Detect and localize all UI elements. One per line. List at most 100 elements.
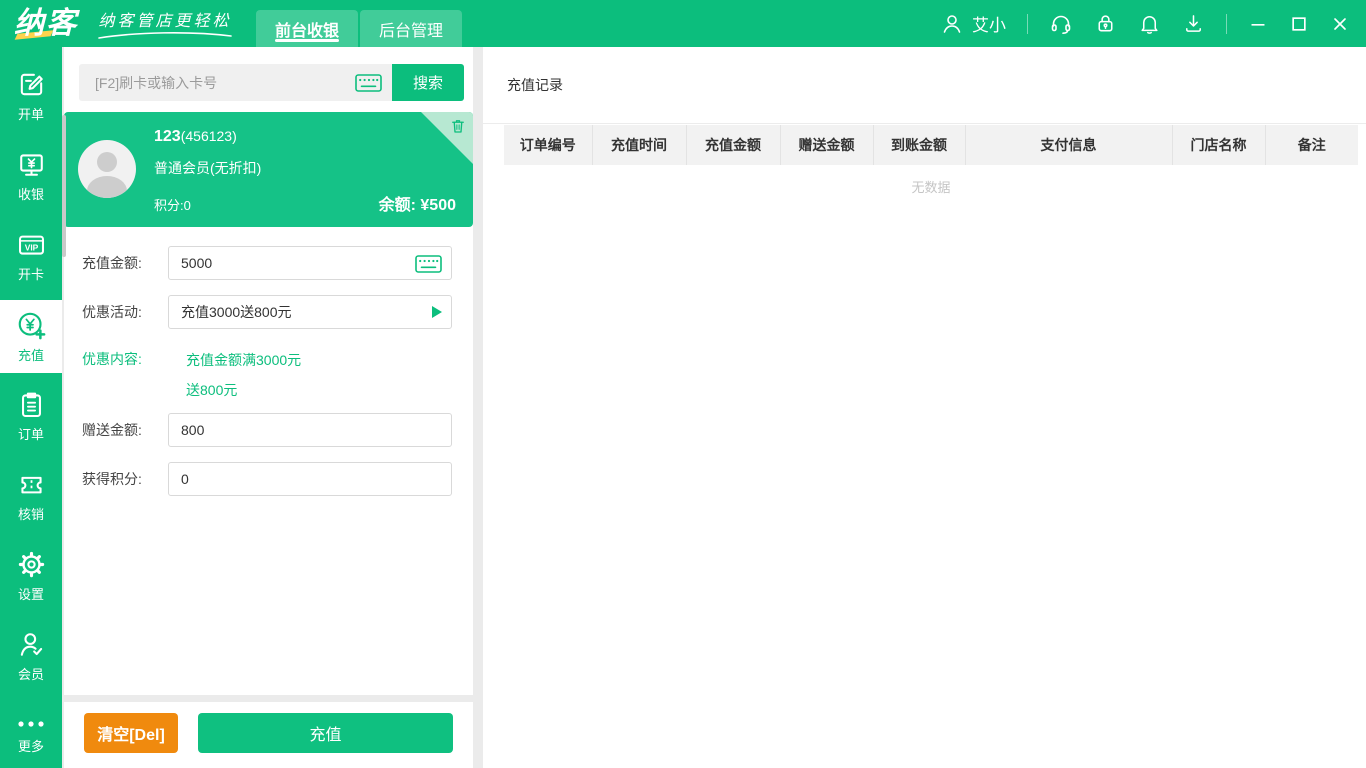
maximize-icon[interactable] <box>1289 14 1309 34</box>
sidebar: 开单 收银 VIP 开卡 充值 <box>0 47 62 768</box>
search-button[interactable]: 搜索 <box>392 64 464 101</box>
gift-amount-label: 赠送金额: <box>82 420 168 440</box>
tab-back-management[interactable]: 后台管理 <box>360 10 462 47</box>
close-icon[interactable] <box>1330 14 1350 34</box>
keyboard-icon[interactable] <box>415 255 442 273</box>
chevron-right-icon <box>432 306 442 318</box>
sidebar-item-label: 开卡 <box>18 264 44 283</box>
trash-icon[interactable] <box>449 117 467 135</box>
member-recharge-panel: 搜索 123(456123) 普通会员(无折扣) <box>64 47 473 768</box>
member-avatar <box>78 140 136 198</box>
lock-icon[interactable] <box>1094 12 1117 35</box>
sidebar-item-settings[interactable]: 设置 <box>0 540 62 613</box>
username: 艾小 <box>972 11 1006 36</box>
sidebar-item-billing[interactable]: 开单 <box>0 60 62 133</box>
gift-amount-wrap <box>168 413 452 447</box>
sidebar-item-orders[interactable]: 订单 <box>0 380 62 453</box>
column-recharge-amount[interactable]: 充值金额 <box>686 125 780 165</box>
member-card: 123(456123) 普通会员(无折扣) 积分:0 余额: ¥500 <box>64 112 473 227</box>
topbar: 纳客 纳客管店更轻松 前台收银 后台管理 艾小 <box>0 0 1366 47</box>
app-logo-text: 纳客 <box>14 7 78 40</box>
member-points: 积分:0 <box>154 195 191 214</box>
recharge-amount-wrap <box>168 246 452 280</box>
recharge-button[interactable]: 充值 <box>198 713 453 753</box>
divider <box>1027 14 1028 34</box>
column-arrival-amount[interactable]: 到账金额 <box>873 125 965 165</box>
recharge-amount-row: 充值金额: <box>82 246 452 280</box>
bell-icon[interactable] <box>1138 12 1161 35</box>
sidebar-item-label: 收银 <box>18 184 44 203</box>
divider <box>1226 14 1227 34</box>
column-gift-amount[interactable]: 赠送金额 <box>780 125 873 165</box>
panel-scrollbar-thumb[interactable] <box>62 115 66 257</box>
sidebar-item-label: 会员 <box>18 664 44 683</box>
card-search-input[interactable] <box>79 64 392 101</box>
promo-content-text: 充值金额满3000元 送800元 <box>186 345 452 405</box>
sidebar-item-more[interactable]: 更多 <box>0 708 62 764</box>
member-name-row: 123(456123) <box>154 128 456 146</box>
sidebar-item-label: 充值 <box>18 345 44 364</box>
avatar-body <box>87 176 127 198</box>
promo-content-label: 优惠内容: <box>82 349 168 369</box>
slogan-underline <box>96 31 234 40</box>
points-gain-row: 获得积分: <box>82 462 452 496</box>
more-icon <box>16 717 46 731</box>
cashier-icon <box>17 150 46 179</box>
slogan: 纳客管店更轻松 <box>96 7 234 40</box>
recharge-icon <box>16 310 46 340</box>
column-remark[interactable]: 备注 <box>1265 125 1358 165</box>
column-order-no[interactable]: 订单编号 <box>504 125 592 165</box>
gift-amount-row: 赠送金额: <box>82 413 452 447</box>
svg-text:VIP: VIP <box>24 242 38 252</box>
member-recharge-body: 搜索 123(456123) 普通会员(无折扣) <box>64 47 473 695</box>
recharge-form: 充值金额: <box>64 246 473 496</box>
headset-icon[interactable] <box>1049 12 1073 36</box>
records-table-header-row: 订单编号 充值时间 充值金额 赠送金额 到账金额 支付信息 门店名称 备注 <box>504 125 1358 165</box>
user-icon <box>940 12 964 36</box>
clear-button[interactable]: 清空[Del] <box>84 713 178 753</box>
download-icon[interactable] <box>1182 12 1205 35</box>
billing-icon <box>17 70 46 99</box>
sidebar-item-recharge[interactable]: 充值 <box>0 300 62 373</box>
sidebar-item-vip-card[interactable]: VIP 开卡 <box>0 220 62 293</box>
sidebar-item-members[interactable]: 会员 <box>0 620 62 693</box>
promo-content-row: 优惠内容: 充值金额满3000元 送800元 <box>82 345 452 405</box>
member-bottom-row: 积分:0 余额: ¥500 <box>154 191 456 215</box>
user-menu[interactable]: 艾小 <box>940 11 1006 36</box>
slogan-text: 纳客管店更轻松 <box>98 7 231 31</box>
tab-front-cashier[interactable]: 前台收银 <box>256 10 358 47</box>
member-info: 123(456123) 普通会员(无折扣) 积分:0 余额: ¥500 <box>154 126 456 213</box>
recharge-amount-input[interactable] <box>168 246 452 280</box>
promo-activity-row: 优惠活动: <box>82 295 452 329</box>
member-name: 123 <box>154 128 181 145</box>
sidebar-item-label: 更多 <box>18 736 44 755</box>
sidebar-item-label: 设置 <box>18 584 44 603</box>
topbar-actions: 艾小 <box>940 11 1350 36</box>
gift-amount-input[interactable] <box>168 413 452 447</box>
column-payment-info[interactable]: 支付信息 <box>965 125 1172 165</box>
sidebar-item-label: 开单 <box>18 104 44 123</box>
vip-card-icon: VIP <box>17 230 46 259</box>
promo-content-line1: 充值金额满3000元 <box>186 345 452 375</box>
settings-icon <box>17 550 46 579</box>
promo-activity-select[interactable] <box>168 295 452 329</box>
sidebar-item-verify[interactable]: 核销 <box>0 460 62 533</box>
sidebar-item-label: 核销 <box>18 504 44 523</box>
sidebar-item-cashier[interactable]: 收银 <box>0 140 62 213</box>
records-title: 充值记录 <box>507 75 563 95</box>
keyboard-icon[interactable] <box>355 74 382 92</box>
promo-content-line2: 送800元 <box>186 375 452 405</box>
tab-label: 后台管理 <box>379 17 443 41</box>
card-search-box <box>79 64 392 101</box>
verify-icon <box>17 470 46 499</box>
promo-activity-label: 优惠活动: <box>82 302 168 322</box>
points-gain-input[interactable] <box>168 462 452 496</box>
minimize-icon[interactable] <box>1248 14 1268 34</box>
recharge-amount-label: 充值金额: <box>82 253 168 273</box>
column-store-name[interactable]: 门店名称 <box>1172 125 1265 165</box>
members-icon <box>17 630 46 659</box>
promo-activity-value[interactable] <box>168 295 452 329</box>
column-recharge-time[interactable]: 充值时间 <box>592 125 686 165</box>
tab-label: 前台收银 <box>275 17 339 41</box>
records-table: 订单编号 充值时间 充值金额 赠送金额 到账金额 支付信息 门店名称 备注 <box>504 125 1358 165</box>
